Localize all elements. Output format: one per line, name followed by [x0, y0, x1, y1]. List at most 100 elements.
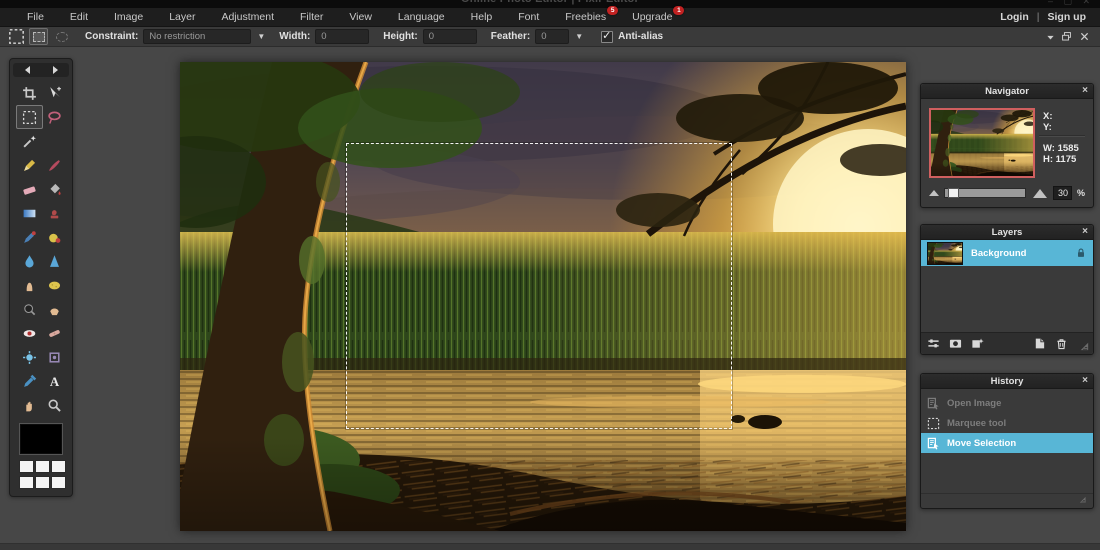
spot-heal-tool[interactable]	[41, 321, 68, 345]
pencil-tool[interactable]	[16, 153, 43, 177]
zoom-slider-handle[interactable]	[948, 188, 959, 198]
swatch-cell[interactable]	[51, 460, 66, 473]
palette-prev-icon[interactable]	[25, 66, 30, 74]
layer-settings-icon[interactable]	[927, 337, 940, 350]
collapse-arrow-icon[interactable]	[1045, 32, 1054, 41]
colorpicker-tool[interactable]	[16, 369, 43, 393]
pixlr-editor-app: Online Photo Editor | Pixlr Editor – ▢ ✕…	[0, 0, 1100, 550]
close-window-icon[interactable]	[1079, 31, 1090, 42]
layer-thumbnail-photo	[928, 243, 962, 264]
rect-select-mode-button[interactable]	[29, 28, 48, 45]
action-step-icon	[927, 437, 940, 450]
swatch-cell[interactable]	[19, 460, 34, 473]
bucket-tool[interactable]	[41, 177, 68, 201]
tool-spacer	[41, 129, 68, 153]
menu-item-help[interactable]: Help	[458, 9, 506, 25]
foreground-color-swatch[interactable]	[20, 424, 62, 454]
eraser-tool[interactable]	[16, 177, 43, 201]
lasso-tool[interactable]	[41, 105, 68, 129]
marquee-selection[interactable]	[346, 143, 732, 429]
navigator-zoom-row: 30 %	[921, 185, 1093, 201]
sharpen-tool[interactable]	[41, 249, 68, 273]
blur-tool[interactable]	[16, 249, 43, 273]
feather-field[interactable]: 0	[535, 29, 569, 44]
menu-item-font[interactable]: Font	[505, 9, 552, 25]
menu-item-freebies[interactable]: Freebies5	[552, 9, 619, 25]
menu-bar: FileEditImageLayerAdjustmentFilterViewLa…	[0, 8, 1100, 27]
history-item-open-image[interactable]: Open Image	[921, 393, 1093, 413]
move-tool[interactable]	[41, 81, 68, 105]
dodge-tool[interactable]	[16, 297, 43, 321]
navigator-close-icon[interactable]: ×	[1082, 85, 1088, 97]
bloat-tool[interactable]	[16, 345, 43, 369]
delete-layer-icon[interactable]	[1055, 337, 1068, 350]
navigator-thumbnail-photo	[931, 110, 1033, 176]
menu-item-edit[interactable]: Edit	[57, 9, 101, 25]
menu-item-view[interactable]: View	[336, 9, 385, 25]
history-close-icon[interactable]: ×	[1082, 375, 1088, 387]
menu-item-filter[interactable]: Filter	[287, 9, 336, 25]
swatch-grid	[13, 460, 69, 489]
brush-tool[interactable]	[41, 153, 68, 177]
menu-item-adjustment[interactable]: Adjustment	[208, 9, 287, 25]
layers-title: Layers	[992, 227, 1023, 238]
tool-grid: A	[13, 81, 69, 417]
antialias-checkbox[interactable]	[601, 31, 613, 43]
zoom-in-icon[interactable]	[1033, 189, 1047, 198]
layers-resize-grip-icon[interactable]	[1077, 339, 1087, 349]
menu-item-file[interactable]: File	[14, 9, 57, 25]
browser-title-strip: Online Photo Editor | Pixlr Editor – ▢ ✕	[0, 0, 1100, 8]
menu-item-upgrade[interactable]: Upgrade1	[619, 9, 685, 25]
height-field[interactable]: 0	[423, 29, 477, 44]
signup-link[interactable]: Sign up	[1048, 11, 1087, 23]
layer-lock-icon[interactable]	[1075, 247, 1087, 259]
zoom-out-icon[interactable]	[929, 190, 939, 196]
zoom-tool[interactable]	[41, 393, 68, 417]
layer-style-icon[interactable]	[971, 337, 984, 350]
history-resize-grip-icon[interactable]	[1080, 496, 1090, 506]
navigator-titlebar[interactable]: Navigator ×	[921, 84, 1093, 99]
layer-row-background[interactable]: Background	[921, 240, 1093, 266]
new-layer-icon[interactable]	[1033, 337, 1046, 350]
swatch-cell[interactable]	[51, 476, 66, 489]
login-link[interactable]: Login	[1000, 11, 1029, 23]
pinch-tool[interactable]	[41, 345, 68, 369]
layer-mask-icon[interactable]	[949, 337, 962, 350]
constraint-dropdown[interactable]: No restriction	[143, 29, 251, 44]
smudge-tool[interactable]	[16, 273, 43, 297]
swatch-cell[interactable]	[35, 476, 50, 489]
navigator-thumbnail[interactable]	[929, 108, 1035, 178]
palette-next-icon[interactable]	[53, 66, 58, 74]
type-tool[interactable]: A	[41, 369, 68, 393]
layers-titlebar[interactable]: Layers ×	[921, 225, 1093, 240]
constraint-dropdown-arrow-icon[interactable]: ▼	[257, 32, 265, 41]
marquee-tool[interactable]	[16, 105, 43, 129]
layers-close-icon[interactable]: ×	[1082, 226, 1088, 238]
history-item-marquee-tool[interactable]: Marquee tool	[921, 413, 1093, 433]
image-canvas[interactable]	[180, 62, 906, 531]
layers-footer	[921, 332, 1093, 354]
zoom-slider[interactable]	[944, 188, 1026, 198]
feather-dropdown-arrow-icon[interactable]: ▼	[575, 32, 583, 41]
wand-tool[interactable]	[16, 129, 43, 153]
sponge-tool[interactable]	[41, 273, 68, 297]
burn-tool[interactable]	[41, 297, 68, 321]
ellipse-select-mode-button[interactable]	[52, 28, 71, 45]
history-item-move-selection[interactable]: Move Selection	[921, 433, 1093, 453]
red-eye-tool[interactable]	[16, 321, 43, 345]
history-titlebar[interactable]: History ×	[921, 374, 1093, 389]
width-field[interactable]: 0	[315, 29, 369, 44]
menu-item-image[interactable]: Image	[101, 9, 156, 25]
gradient-tool[interactable]	[16, 201, 43, 225]
zoom-value-field[interactable]: 30	[1053, 186, 1072, 200]
hand-tool[interactable]	[16, 393, 43, 417]
restore-window-icon[interactable]	[1061, 31, 1072, 42]
color-replace-tool[interactable]	[16, 225, 43, 249]
menu-item-layer[interactable]: Layer	[156, 9, 208, 25]
drawing-tool[interactable]	[41, 225, 68, 249]
clone-stamp-tool[interactable]	[41, 201, 68, 225]
menu-item-language[interactable]: Language	[385, 9, 458, 25]
swatch-cell[interactable]	[35, 460, 50, 473]
swatch-cell[interactable]	[19, 476, 34, 489]
crop-tool[interactable]	[16, 81, 43, 105]
